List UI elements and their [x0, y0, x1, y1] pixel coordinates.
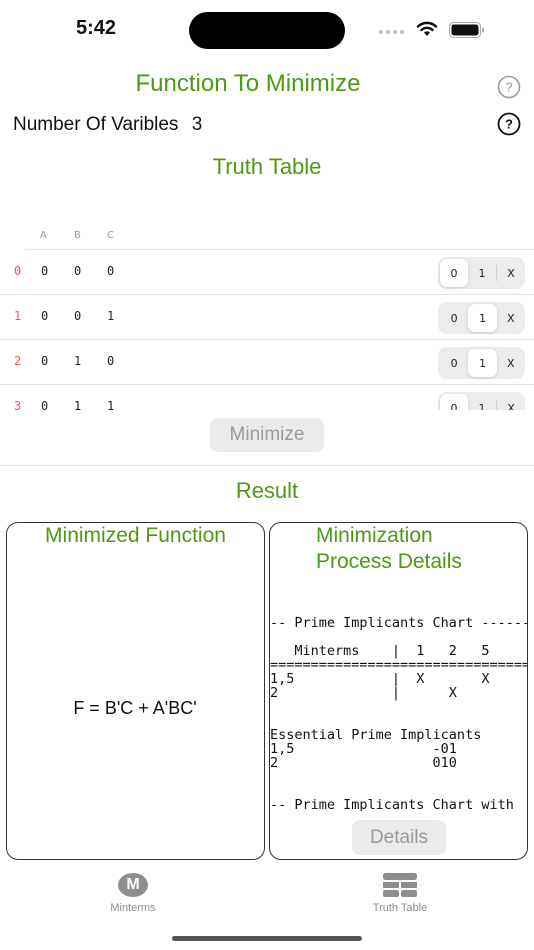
number-of-variables-value[interactable]: 3 [192, 114, 203, 135]
table-icon [383, 873, 417, 897]
process-details-title: Minimization Process Details [316, 523, 527, 575]
process-title-line-1: Minimization [316, 524, 433, 547]
result-title: Result [235, 478, 299, 503]
option-1[interactable]: 1 [468, 394, 496, 411]
row-index: 1 [14, 309, 22, 323]
cell-c: 1 [107, 309, 115, 323]
tab-truth-table-label: Truth Table [372, 902, 428, 914]
number-of-variables-row[interactable]: Number Of Varibles 3 [13, 114, 202, 136]
cell-b: 1 [74, 354, 82, 368]
row-index: 2 [14, 354, 22, 368]
row-index: 3 [14, 399, 22, 410]
option-x[interactable]: X [497, 349, 525, 377]
wifi-icon [416, 21, 438, 36]
battery-icon [449, 22, 484, 38]
m-circle-icon: M [118, 873, 148, 897]
question-circle-icon[interactable]: ? [497, 112, 521, 136]
table-row: 0 0 0 0 0 1 X [0, 250, 534, 295]
number-of-variables-label: Number Of Varibles [13, 114, 179, 135]
process-details-card: Minimization Process Details -- Prime Im… [269, 522, 528, 860]
table-row: 2 0 1 0 0 1 X [0, 340, 534, 385]
cell-a: 0 [41, 309, 49, 323]
dynamic-island [189, 12, 345, 49]
minimized-function-title: Minimized Function [45, 524, 226, 547]
process-details-text[interactable]: -- Prime Implicants Chart ------ Minterm… [270, 616, 527, 811]
cellular-signal-icon [379, 30, 404, 34]
cell-a: 0 [41, 399, 49, 410]
tab-minterms[interactable]: M Minterms [63, 868, 203, 914]
cell-b: 0 [74, 264, 82, 278]
option-0[interactable]: 0 [440, 304, 468, 332]
svg-text:?: ? [505, 80, 512, 95]
status-bar: 5:42 [0, 0, 534, 60]
option-0[interactable]: 0 [440, 259, 469, 287]
option-x[interactable]: X [497, 304, 525, 332]
option-0[interactable]: 0 [440, 394, 469, 410]
option-0[interactable]: 0 [440, 349, 468, 377]
option-1[interactable]: 1 [468, 349, 497, 377]
output-segmented-control[interactable]: 0 1 X [438, 257, 525, 289]
cell-c: 0 [107, 264, 115, 278]
output-segmented-control[interactable]: 0 1 X [438, 302, 525, 334]
svg-text:?: ? [505, 117, 513, 132]
table-row: 3 0 1 1 0 1 X [0, 385, 534, 410]
minimize-button[interactable]: Minimize [210, 418, 324, 452]
section-divider [0, 465, 534, 466]
option-1[interactable]: 1 [468, 259, 496, 287]
truth-table-list[interactable]: 0 0 0 0 0 1 X 1 0 0 1 0 1 X 2 0 1 0 0 1 … [0, 250, 534, 410]
minimized-function-expression: F = B'C + A'BC' [73, 698, 197, 718]
minimized-function-card: Minimized Function F = B'C + A'BC' [6, 522, 265, 860]
tab-bar: M Minterms Truth Table [0, 868, 534, 918]
column-header-a: A [40, 230, 47, 241]
output-segmented-control[interactable]: 0 1 X [438, 392, 525, 410]
column-header-c: C [107, 230, 114, 241]
process-title-line-2: Process Details [316, 550, 462, 573]
question-circle-icon[interactable]: ? [497, 75, 521, 99]
option-x[interactable]: X [497, 394, 525, 411]
home-indicator[interactable] [172, 936, 362, 941]
row-index: 0 [14, 264, 22, 278]
details-button[interactable]: Details [352, 820, 446, 855]
truth-table-title: Truth Table [212, 154, 322, 179]
option-x[interactable]: X [497, 259, 525, 287]
output-segmented-control[interactable]: 0 1 X [438, 347, 525, 379]
tab-minterms-label: Minterms [110, 902, 156, 914]
cell-a: 0 [41, 354, 49, 368]
cell-c: 0 [107, 354, 115, 368]
cell-b: 0 [74, 309, 82, 323]
option-1[interactable]: 1 [468, 304, 497, 332]
status-time: 5:42 [76, 17, 117, 39]
column-header-b: B [74, 230, 81, 241]
tab-truth-table[interactable]: Truth Table [330, 868, 470, 914]
cell-b: 1 [74, 399, 82, 410]
cell-c: 1 [107, 399, 115, 410]
function-to-minimize-title: Function To Minimize [135, 70, 361, 97]
table-row: 1 0 0 1 0 1 X [0, 295, 534, 340]
cell-a: 0 [41, 264, 49, 278]
